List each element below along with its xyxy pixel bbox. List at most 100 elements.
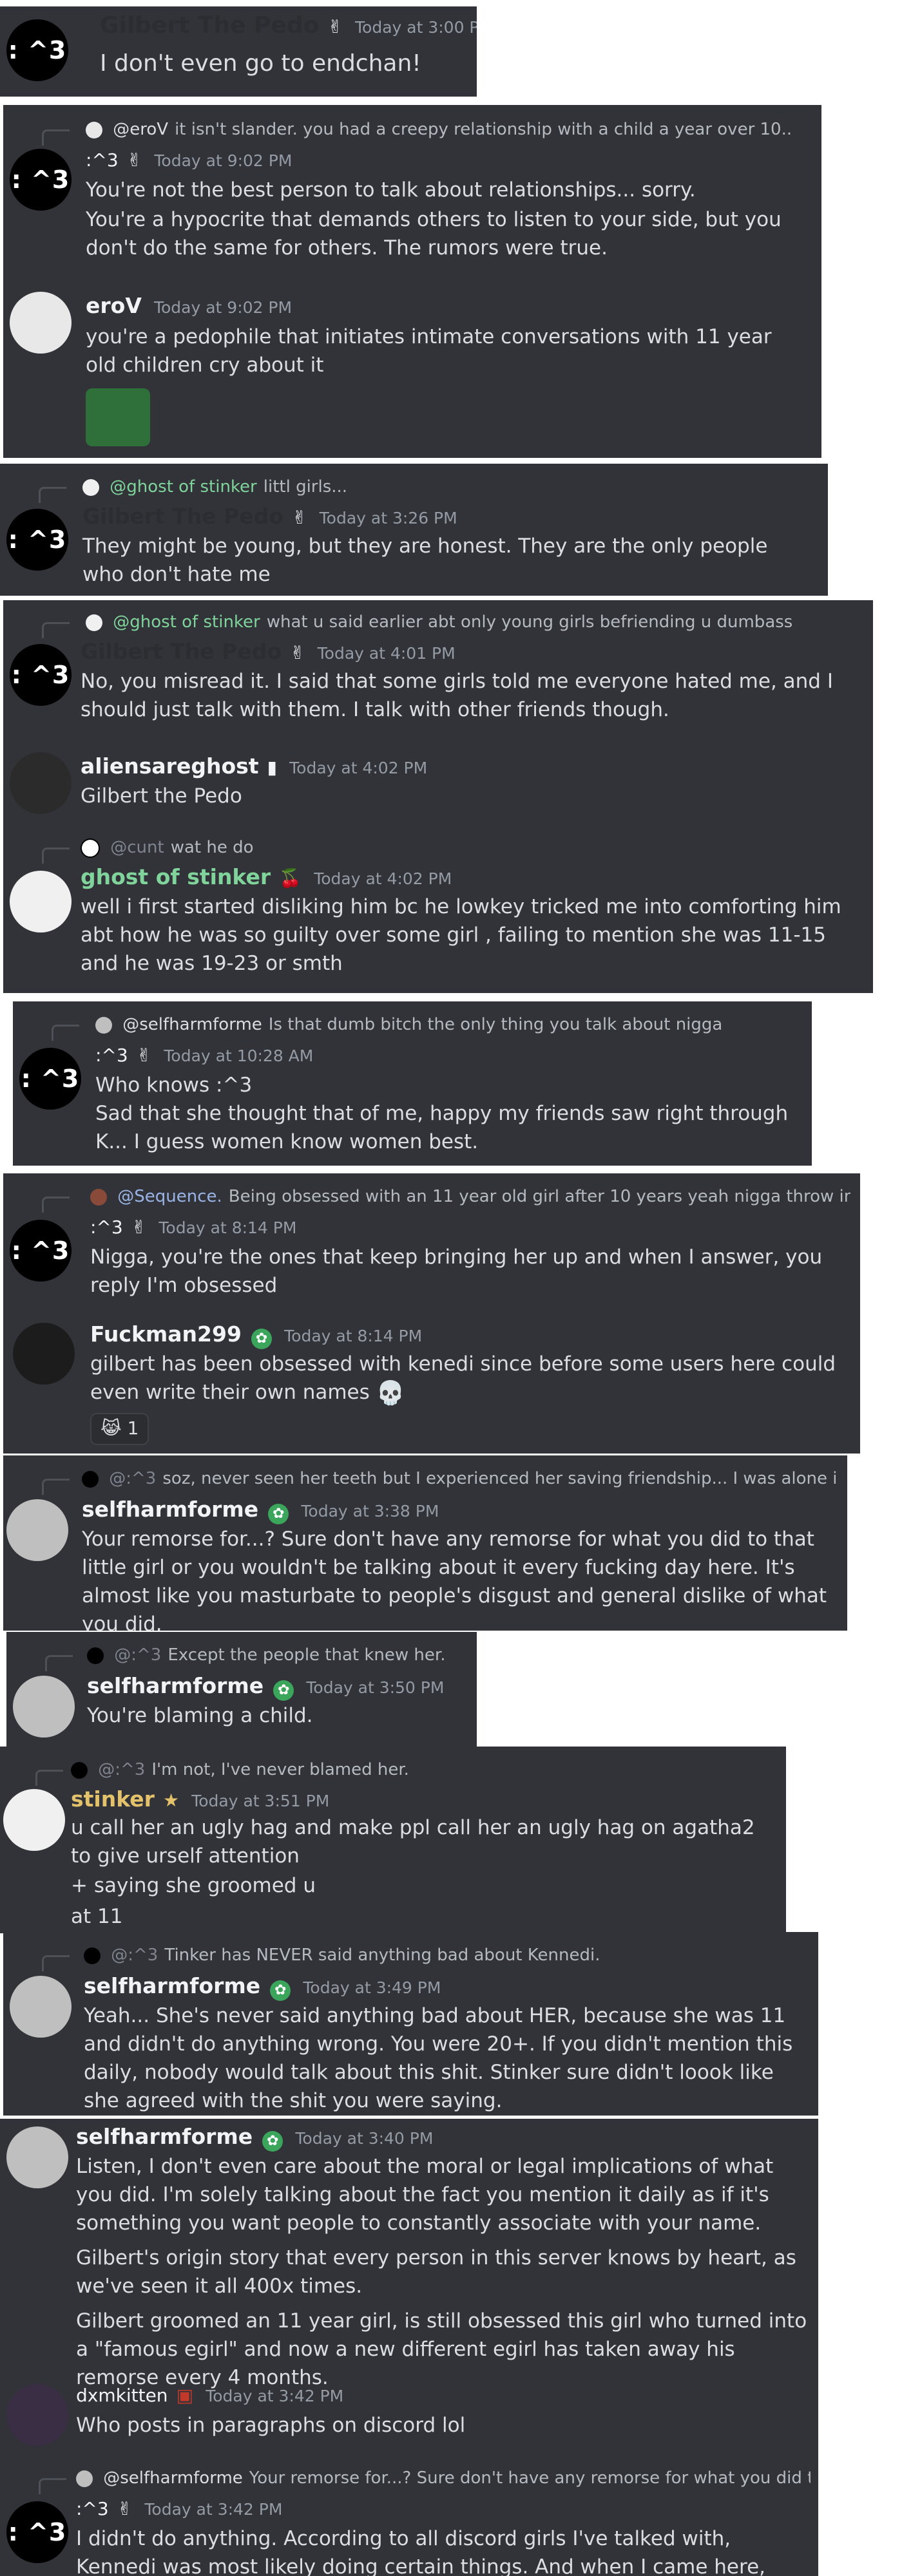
reply-avatar [76, 2470, 93, 2487]
username[interactable]: Gilbert The Pedo [81, 639, 282, 664]
timestamp[interactable]: Today at 4:02 PM [289, 759, 427, 777]
username[interactable]: selfharmforme [84, 1973, 260, 1998]
message-text: I don't even go to endchan! [100, 50, 421, 77]
message-header: stinker ★ Today at 3:51 PM [71, 1785, 329, 1817]
reply-connector [42, 1479, 70, 1495]
reply-avatar [86, 121, 102, 138]
reply-preview[interactable]: @:^3 I'm not, I've never blamed her. [71, 1759, 773, 1780]
reply-preview[interactable]: @selfharmforme Your remorse for...? Sure … [76, 2468, 811, 2488]
message-panel-3: @ghost of stinker littl girls... : ^3 Gil… [0, 464, 828, 596]
message-text: gilbert has been obsessed with kenedi si… [90, 1350, 844, 1408]
reply-preview[interactable]: @:^3 Except the people that knew her. [87, 1645, 467, 1665]
message-panel-9: @:^3 I'm not, I've never blamed her. stin… [0, 1747, 786, 1933]
reply-preview[interactable]: @cunt wat he do [81, 837, 854, 858]
timestamp[interactable]: Today at 3:49 PM [303, 1978, 441, 1997]
message-header: selfharmforme ✿ Today at 3:50 PM [87, 1672, 444, 1704]
reply-avatar [95, 1016, 112, 1034]
reply-preview[interactable]: @selfharmforme Is that dumb bitch the onl… [95, 1014, 798, 1035]
username[interactable]: stinker [71, 1786, 155, 1812]
message-header: aliensareghost ▮ Today at 4:02 PM [81, 752, 427, 784]
avatar[interactable] [10, 292, 72, 354]
reply-avatar [87, 1647, 104, 1664]
avatar[interactable] [13, 1323, 75, 1385]
timestamp[interactable]: Today at 4:02 PM [314, 869, 452, 888]
avatar[interactable] [6, 2126, 68, 2188]
username[interactable]: selfharmforme [82, 1497, 258, 1522]
leaf-badge-icon: ✿ [273, 1680, 294, 1701]
leaf-badge-icon: ✿ [251, 1328, 273, 1349]
avatar[interactable] [13, 1676, 75, 1738]
message-header: :^3 ✌ Today at 3:42 PM [76, 2495, 282, 2526]
skull-emoji-icon: 💀 [376, 1379, 405, 1406]
avatar[interactable] [3, 1789, 65, 1851]
message-header: Fuckman299 ✿ Today at 8:14 PM [90, 1320, 422, 1352]
username[interactable]: ghost of stinker [81, 864, 271, 889]
timestamp[interactable]: Today at 3:42 PM [206, 2387, 343, 2405]
username[interactable]: :^3 [95, 1045, 128, 1066]
hand-sign-icon: ✌ [131, 1217, 147, 1238]
username[interactable]: selfharmforme [87, 1673, 264, 1698]
message-panel-4: @ghost of stinker what u said earlier abt… [3, 600, 873, 993]
message-line: at 11 [71, 1905, 123, 1928]
message-text: Gilbert the Pedo [81, 784, 242, 808]
reply-avatar [71, 1761, 88, 1779]
reply-preview[interactable]: @:^3 Tinker has NEVER said anything bad a… [84, 1945, 805, 1965]
timestamp[interactable]: Today at 10:28 AM [164, 1046, 313, 1065]
timestamp[interactable]: Today at 3:50 PM [306, 1678, 444, 1697]
avatar[interactable] [10, 752, 72, 814]
avatar-text: : ^3 [11, 1236, 70, 1265]
timestamp[interactable]: Today at 4:01 PM [318, 644, 456, 663]
reply-preview[interactable]: @ghost of stinker what u said earlier abt… [86, 612, 859, 632]
reply-preview[interactable]: @eroV it isn't slander. you had a creepy … [86, 119, 807, 140]
username[interactable]: Gilbert The Pedo [100, 12, 319, 39]
avatar[interactable]: : ^3 [19, 1048, 81, 1110]
avatar[interactable] [10, 1976, 72, 2038]
frog-emoji-image[interactable] [86, 388, 150, 446]
avatar[interactable] [6, 2384, 68, 2446]
timestamp[interactable]: Today at 9:02 PM [154, 151, 292, 170]
reply-username: @Sequence. [117, 1187, 222, 1206]
username[interactable]: :^3 [76, 2498, 109, 2519]
timestamp[interactable]: Today at 3:51 PM [191, 1792, 329, 1810]
timestamp[interactable]: Today at 3:26 PM [320, 509, 457, 527]
cherry-icon: 🍒 [279, 867, 302, 889]
timestamp[interactable]: Today at 3:42 PM [144, 2500, 282, 2519]
username[interactable]: eroV [86, 293, 142, 318]
message-body: gilbert has been obsessed with kenedi si… [90, 1352, 836, 1404]
message-text: They might be young, but they are honest… [82, 535, 768, 586]
reply-preview[interactable]: @Sequence. Being obsessed with an 11 year… [90, 1186, 850, 1207]
avatar[interactable]: : ^3 [10, 644, 72, 706]
timestamp[interactable]: Today at 9:02 PM [154, 298, 292, 317]
reply-text: soz, never seen her teeth but I experien… [162, 1469, 836, 1488]
reply-username: @selfharmforme [122, 1015, 262, 1034]
reply-text: it isn't slander. you had a creepy relat… [175, 120, 792, 139]
timestamp[interactable]: Today at 3:40 PM [295, 2129, 433, 2148]
username[interactable]: dxmkitten [76, 2385, 168, 2406]
avatar[interactable] [6, 1499, 68, 1561]
cat-reaction-icon: 😹 [101, 1417, 122, 1439]
reply-text: I'm not, I've never blamed her. [151, 1760, 409, 1779]
username[interactable]: :^3 [90, 1217, 123, 1238]
avatar[interactable]: : ^3 [10, 1220, 72, 1282]
avatar[interactable]: : ^3 [6, 2501, 68, 2563]
timestamp[interactable]: Today at 3:38 PM [301, 1502, 439, 1520]
message-text: Your remorse for...? Sure don't have any… [82, 1528, 827, 1631]
reaction-button[interactable]: 😹 1 [90, 1413, 149, 1445]
reply-preview[interactable]: @:^3 soz, never seen her teeth but I expe… [82, 1468, 836, 1489]
username[interactable]: selfharmforme [76, 2124, 253, 2149]
username[interactable]: :^3 [86, 149, 119, 171]
avatar[interactable]: : ^3 [6, 19, 68, 81]
avatar-text: : ^3 [11, 661, 70, 689]
reply-preview[interactable]: @ghost of stinker littl girls... [82, 477, 811, 497]
timestamp[interactable]: Today at 8:14 PM [158, 1218, 296, 1237]
avatar[interactable]: : ^3 [10, 149, 72, 211]
avatar[interactable]: : ^3 [6, 509, 68, 571]
reply-avatar [90, 1188, 107, 1206]
timestamp[interactable]: Today at 8:14 PM [284, 1327, 422, 1345]
timestamp[interactable]: Today at 3:00 PM [355, 18, 477, 37]
username[interactable]: Gilbert The Pedo [82, 504, 283, 529]
username[interactable]: aliensareghost [81, 753, 259, 779]
username[interactable]: Fuckman299 [90, 1321, 242, 1347]
reply-avatar [82, 478, 99, 496]
avatar[interactable] [10, 871, 72, 933]
